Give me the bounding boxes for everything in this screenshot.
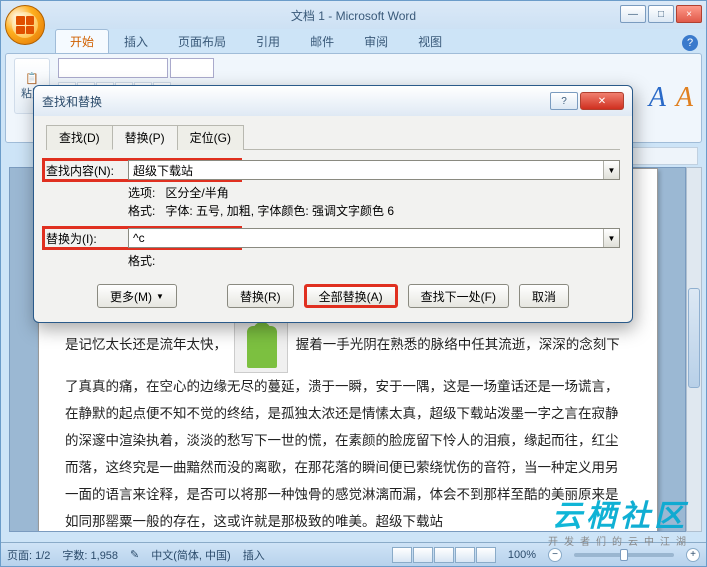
view-draft-button[interactable]: [476, 547, 496, 563]
clipboard-icon: 📋: [25, 72, 39, 85]
zoom-in-button[interactable]: +: [686, 548, 700, 562]
window-title: 文档 1 - Microsoft Word: [291, 7, 416, 24]
replace-with-value: ^c: [133, 231, 145, 245]
cancel-button[interactable]: 取消: [519, 284, 569, 308]
dialog-tabs: 查找(D) 替换(P) 定位(G): [46, 124, 620, 150]
find-content-label: 查找内容(N):: [46, 162, 122, 179]
tab-insert[interactable]: 插入: [109, 29, 163, 53]
view-print-layout-button[interactable]: [392, 547, 412, 563]
font-family-combo[interactable]: [58, 58, 168, 78]
format-value: 字体: 五号, 加粗, 字体颜色: 强调文字颜色 6: [165, 204, 394, 218]
replace-with-label: 替换为(I):: [46, 230, 122, 247]
style-a-blue-icon[interactable]: A: [649, 82, 666, 114]
title-bar: 文档 1 - Microsoft Word — □ ×: [1, 1, 706, 29]
view-full-screen-button[interactable]: [413, 547, 433, 563]
find-content-input[interactable]: 超级下载站 ▼: [128, 160, 620, 180]
tab-page-layout[interactable]: 页面布局: [163, 29, 241, 53]
dialog-tab-find[interactable]: 查找(D): [46, 125, 113, 150]
watermark-title: 云栖社区: [548, 491, 692, 535]
tab-view[interactable]: 视图: [403, 29, 457, 53]
find-content-value: 超级下载站: [133, 162, 193, 179]
dialog-close-button[interactable]: ✕: [580, 92, 624, 110]
office-button[interactable]: [5, 5, 45, 45]
dialog-tab-goto[interactable]: 定位(G): [177, 125, 244, 150]
dialog-tab-replace[interactable]: 替换(P): [112, 125, 178, 150]
view-outline-button[interactable]: [455, 547, 475, 563]
zoom-percent[interactable]: 100%: [508, 549, 536, 561]
format-label: 格式:: [128, 204, 155, 218]
replace-all-button[interactable]: 全部替换(A): [304, 284, 398, 308]
tab-references[interactable]: 引用: [241, 29, 295, 53]
maximize-button[interactable]: □: [648, 5, 674, 23]
watermark-logo: 云栖社区 开发者们的云中江湖: [548, 491, 692, 548]
doc-text-post: 握着一手光阴在熟悉的脉络中任其流逝，深深的念刻下了真真的痛，在空心的边缘无尽的蔓…: [65, 337, 620, 529]
zoom-slider[interactable]: [574, 553, 674, 557]
tab-review[interactable]: 审阅: [349, 29, 403, 53]
font-size-combo[interactable]: [170, 58, 214, 78]
view-web-layout-button[interactable]: [434, 547, 454, 563]
scroll-thumb[interactable]: [688, 288, 700, 388]
close-button[interactable]: ×: [676, 5, 702, 23]
android-image[interactable]: [234, 319, 288, 373]
options-label: 选项:: [128, 186, 155, 200]
status-word-count[interactable]: 字数: 1,958: [62, 547, 118, 563]
dialog-title-bar[interactable]: 查找和替换 ? ✕: [34, 86, 632, 116]
dialog-help-button[interactable]: ?: [550, 92, 578, 110]
more-button[interactable]: 更多(M)▼: [97, 284, 177, 308]
find-replace-dialog: 查找和替换 ? ✕ 查找(D) 替换(P) 定位(G) 查找内容(N): 超级下…: [33, 85, 633, 323]
replace-button[interactable]: 替换(R): [227, 284, 294, 308]
tab-home[interactable]: 开始: [55, 29, 109, 53]
watermark-subtitle: 开发者们的云中江湖: [548, 533, 692, 548]
format2-label: 格式:: [128, 254, 155, 268]
dialog-title: 查找和替换: [42, 93, 102, 110]
chevron-down-icon: ▼: [156, 292, 164, 301]
replace-with-input[interactable]: ^c ▼: [128, 228, 620, 248]
minimize-button[interactable]: —: [620, 5, 646, 23]
tab-mailings[interactable]: 邮件: [295, 29, 349, 53]
zoom-out-button[interactable]: −: [548, 548, 562, 562]
style-a-orange-icon[interactable]: A: [676, 82, 693, 114]
zoom-slider-thumb[interactable]: [620, 549, 628, 561]
status-overwrite-mode[interactable]: 插入: [243, 547, 265, 563]
options-value: 区分全/半角: [165, 186, 228, 200]
status-page[interactable]: 页面: 1/2: [7, 547, 50, 563]
find-next-button[interactable]: 查找下一处(F): [408, 284, 509, 308]
word-app-window: 💾 ↶ ↷ ▾ 文档 1 - Microsoft Word — □ × 开始 插…: [0, 0, 707, 567]
view-buttons: [392, 547, 496, 563]
doc-text-pre: 是记忆太长还是流年太快，: [65, 337, 227, 352]
replace-dropdown-icon[interactable]: ▼: [603, 229, 619, 247]
status-language[interactable]: 中文(简体, 中国): [151, 547, 230, 563]
ribbon-tabs: 开始 插入 页面布局 引用 邮件 审阅 视图: [1, 29, 706, 53]
find-dropdown-icon[interactable]: ▼: [603, 161, 619, 179]
vertical-scrollbar[interactable]: [686, 167, 702, 532]
help-icon[interactable]: ?: [682, 35, 698, 51]
proofing-icon[interactable]: ✎: [130, 548, 139, 561]
